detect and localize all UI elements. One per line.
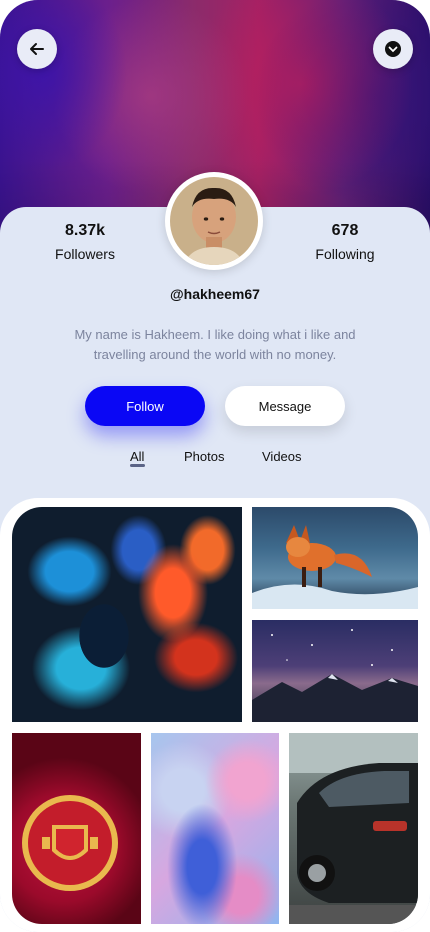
content-tabs: All Photos Videos xyxy=(0,449,430,469)
back-button[interactable] xyxy=(17,29,57,69)
following-label: Following xyxy=(315,246,375,262)
car-photo[interactable] xyxy=(289,733,418,924)
profile-bio: My name is Hakheem. I like doing what i … xyxy=(74,327,356,362)
username-handle: @hakheem67 xyxy=(170,286,260,302)
arrow-left-icon xyxy=(30,43,44,55)
tab-photos[interactable]: Photos xyxy=(184,449,224,464)
avatar-image xyxy=(170,177,258,265)
message-button[interactable]: Message xyxy=(225,386,345,426)
tab-all[interactable]: All xyxy=(130,449,144,464)
fox-photo[interactable] xyxy=(252,507,418,609)
followers-label: Followers xyxy=(55,246,115,262)
menu-button[interactable] xyxy=(373,29,413,69)
manchester-united-crest-photo[interactable] xyxy=(12,733,141,924)
active-tab-indicator xyxy=(130,464,145,467)
profile-screen: 8.37k Followers 678 Following @hakheem67… xyxy=(0,0,430,932)
chevron-down-icon xyxy=(385,41,401,57)
followers-stat[interactable]: 8.37k Followers xyxy=(25,222,145,262)
tab-videos[interactable]: Videos xyxy=(262,449,302,464)
followers-count: 8.37k xyxy=(64,222,106,239)
following-count: 678 xyxy=(331,222,359,239)
follow-button[interactable]: Follow xyxy=(85,386,205,426)
ink-smoke-photo[interactable] xyxy=(12,507,242,722)
avatar[interactable] xyxy=(165,172,263,270)
following-stat[interactable]: 678 Following xyxy=(285,222,405,262)
marble-paint-photo[interactable] xyxy=(151,733,279,924)
starry-mountains-photo[interactable] xyxy=(252,620,418,722)
